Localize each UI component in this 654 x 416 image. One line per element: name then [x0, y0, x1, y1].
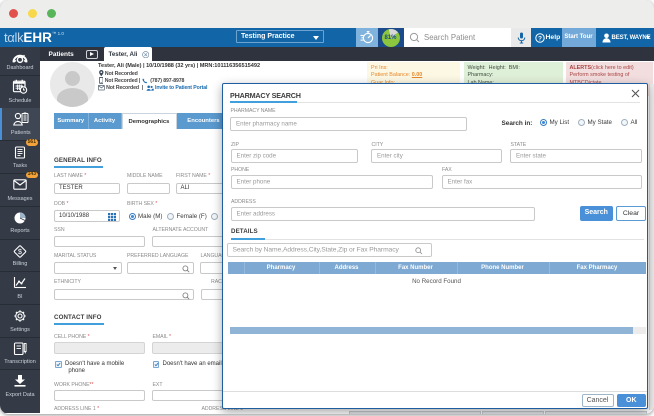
- svg-text:$: $: [18, 249, 22, 256]
- svg-text:?: ?: [538, 35, 542, 42]
